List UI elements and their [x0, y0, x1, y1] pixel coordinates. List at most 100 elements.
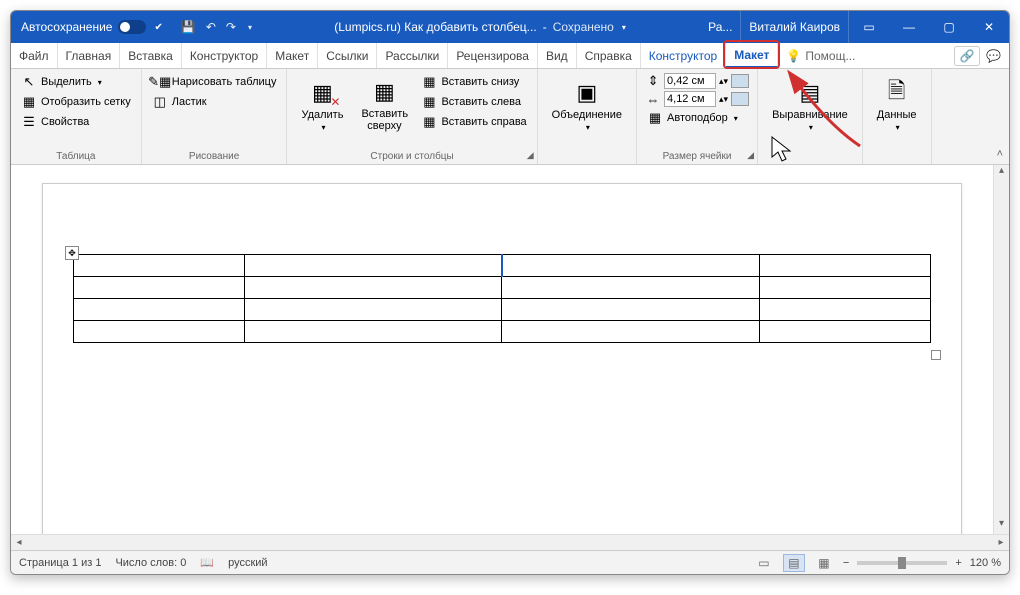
scroll-left-icon[interactable]: ◂ — [11, 537, 27, 548]
draw-table-button[interactable]: ✎▦Нарисовать таблицу — [150, 73, 279, 91]
document-title: (Lumpics.ru) Как добавить столбец... - С… — [260, 20, 700, 34]
row-height-input[interactable] — [664, 73, 716, 89]
user-account[interactable]: Виталий Каиров — [740, 11, 849, 43]
status-bar: Страница 1 из 1 Число слов: 0 📖 русский … — [11, 550, 1009, 574]
maximize-button[interactable]: ▢ — [929, 11, 969, 43]
save-icon[interactable]: 💾 — [181, 20, 196, 34]
col-width-icon: ⇔ — [645, 91, 661, 107]
group-draw: ✎▦Нарисовать таблицу ◫Ластик Рисование — [142, 69, 288, 164]
spellcheck-icon[interactable]: 📖 — [200, 556, 214, 569]
group-label-draw: Рисование — [150, 149, 279, 162]
tab-references[interactable]: Ссылки — [318, 43, 377, 68]
vertical-scrollbar[interactable]: ▴ ▾ — [993, 165, 1009, 534]
undo-icon[interactable]: ↶ — [206, 20, 216, 34]
table-resize-handle[interactable] — [931, 350, 941, 360]
show-gridlines-button[interactable]: ▦Отобразить сетку — [19, 93, 133, 111]
collapse-ribbon-icon[interactable]: ˄ — [997, 148, 1003, 160]
search-placeholder: Помощ... — [805, 49, 855, 63]
view-print-button[interactable]: ▤ — [783, 554, 805, 572]
share-button[interactable]: 🔗 — [954, 46, 980, 66]
stepper-icon[interactable]: ▴▾ — [719, 94, 728, 105]
insert-below-button[interactable]: ▦Вставить снизу — [419, 73, 528, 91]
group-data: 🗎 Данные▾ — [863, 69, 932, 164]
tab-view[interactable]: Вид — [538, 43, 577, 68]
group-merge: ▣ Объединение▾ — [538, 69, 637, 164]
table-row — [74, 277, 931, 299]
group-label-cellsize: Размер ячейки — [645, 149, 749, 162]
qat-more-icon[interactable]: ▾ — [248, 23, 252, 32]
distribute-rows-button[interactable] — [731, 74, 749, 88]
row-height-field[interactable]: ⇕ ▴▾ — [645, 73, 749, 89]
properties-icon: ☰ — [21, 114, 37, 130]
autosave-toggle[interactable] — [118, 20, 146, 34]
view-web-button[interactable]: ▦ — [813, 554, 835, 572]
col-width-field[interactable]: ⇔ ▴▾ — [645, 91, 749, 107]
scroll-right-icon[interactable]: ▸ — [993, 537, 1009, 548]
delete-table-icon: ▦✕ — [308, 79, 336, 107]
dialog-launcher-icon[interactable]: ◢ — [527, 150, 534, 161]
insert-above-button[interactable]: ▦ Вставить сверху — [355, 73, 413, 137]
tab-table-layout[interactable]: Макет — [726, 43, 778, 68]
document-area: ✥ ▴ ▾ — [11, 165, 1009, 534]
dialog-launcher-icon[interactable]: ◢ — [747, 150, 754, 161]
stepper-icon[interactable]: ▴▾ — [719, 76, 728, 87]
alignment-icon: ▤ — [796, 79, 824, 107]
table-row — [74, 321, 931, 343]
delete-button[interactable]: ▦✕ Удалить▾ — [295, 73, 349, 137]
comments-icon[interactable]: 💬 — [986, 49, 1001, 63]
insert-left-button[interactable]: ▦Вставить слева — [419, 93, 528, 111]
page[interactable]: ✥ — [42, 183, 962, 534]
zoom-value[interactable]: 120 % — [970, 557, 1001, 569]
close-button[interactable]: ✕ — [969, 11, 1009, 43]
scroll-down-icon[interactable]: ▾ — [994, 518, 1009, 534]
tab-constructor[interactable]: Конструктор — [182, 43, 267, 68]
tab-file[interactable]: Файл — [11, 43, 58, 68]
tab-review[interactable]: Рецензирова — [448, 43, 538, 68]
group-cell-size: ⇕ ▴▾ ⇔ ▴▾ ▦Автоподбор▾ Размер ячейки ◢ — [637, 69, 758, 164]
tab-layout[interactable]: Макет — [267, 43, 318, 68]
merge-button[interactable]: ▣ Объединение▾ — [546, 73, 628, 137]
data-button[interactable]: 🗎 Данные▾ — [871, 73, 923, 137]
tell-me-search[interactable]: 💡 Помощ... — [778, 43, 863, 68]
zoom-slider[interactable] — [857, 561, 947, 565]
tab-help[interactable]: Справка — [577, 43, 641, 68]
word-count[interactable]: Число слов: 0 — [115, 557, 186, 569]
distribute-cols-button[interactable] — [731, 92, 749, 106]
scroll-up-icon[interactable]: ▴ — [994, 165, 1009, 181]
tab-table-constructor[interactable]: Конструктор — [641, 43, 726, 68]
horizontal-scrollbar[interactable]: ◂ ▸ — [11, 534, 1009, 550]
tab-insert[interactable]: Вставка — [120, 43, 182, 68]
eraser-icon: ◫ — [152, 94, 168, 110]
tab-home[interactable]: Главная — [58, 43, 121, 68]
language-indicator[interactable]: русский — [228, 557, 267, 569]
table-row — [74, 299, 931, 321]
ribbon-display-icon[interactable]: ▭ — [849, 11, 889, 43]
redo-icon[interactable]: ↷ — [226, 20, 236, 34]
insert-below-icon: ▦ — [421, 74, 437, 90]
search-short[interactable]: Ра... — [700, 20, 740, 34]
minimize-button[interactable]: ― — [889, 11, 929, 43]
view-focus-button[interactable]: ▭ — [753, 554, 775, 572]
word-window: Автосохранение ✔ 💾 ↶ ↷ ▾ (Lumpics.ru) Ка… — [10, 10, 1010, 575]
properties-button[interactable]: ☰Свойства — [19, 113, 133, 131]
autofit-button[interactable]: ▦Автоподбор▾ — [645, 109, 749, 127]
autosave-area: Автосохранение ✔ — [11, 20, 173, 34]
page-indicator[interactable]: Страница 1 из 1 — [19, 557, 101, 569]
group-label-table: Таблица — [19, 149, 133, 162]
eraser-button[interactable]: ◫Ластик — [150, 93, 279, 111]
zoom-out-button[interactable]: − — [843, 557, 849, 569]
group-table: ↖Выделить▾ ▦Отобразить сетку ☰Свойства Т… — [11, 69, 142, 164]
ribbon: ↖Выделить▾ ▦Отобразить сетку ☰Свойства Т… — [11, 69, 1009, 165]
title-bar: Автосохранение ✔ 💾 ↶ ↷ ▾ (Lumpics.ru) Ка… — [11, 11, 1009, 43]
col-width-input[interactable] — [664, 91, 716, 107]
zoom-in-button[interactable]: + — [955, 557, 961, 569]
insert-right-button[interactable]: ▦Вставить справа — [419, 113, 528, 131]
merge-icon: ▣ — [573, 79, 601, 107]
group-rows-cols: ▦✕ Удалить▾ ▦ Вставить сверху ▦Вставить … — [287, 69, 537, 164]
document-table[interactable] — [73, 254, 931, 343]
table-move-handle[interactable]: ✥ — [65, 246, 79, 260]
title-dropdown-icon[interactable]: ▾ — [622, 23, 626, 32]
alignment-button[interactable]: ▤ Выравнивание▾ — [766, 73, 854, 137]
select-button[interactable]: ↖Выделить▾ — [19, 73, 133, 91]
tab-mailings[interactable]: Рассылки — [377, 43, 448, 68]
